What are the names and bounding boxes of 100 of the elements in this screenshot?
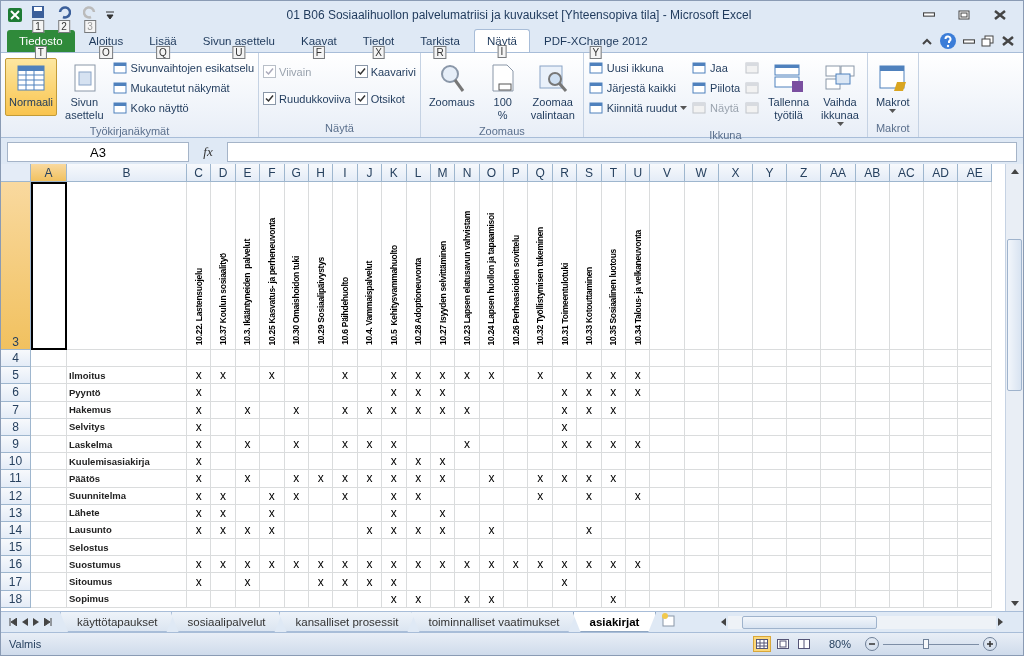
- ribbon-button[interactable]: 100 %: [482, 58, 523, 125]
- column-title: 10.25 Kasvatus- ja perheneuvonta: [260, 182, 285, 350]
- column-header[interactable]: P: [504, 164, 529, 182]
- active-cell[interactable]: [31, 182, 67, 350]
- ribbon-button[interactable]: Vaihda ikkunaa: [817, 58, 863, 129]
- column-header[interactable]: D: [211, 164, 236, 182]
- ribbon-button[interactable]: Zoomaus: [424, 58, 479, 116]
- row-header[interactable]: 4: [1, 350, 31, 368]
- ribbon-button[interactable]: Normaali: [5, 58, 57, 116]
- column-header[interactable]: A: [31, 164, 67, 182]
- column-header[interactable]: AC: [889, 164, 924, 182]
- table-cell: x: [284, 470, 309, 488]
- sheet-tab[interactable]: kansalliset prosessit: [278, 612, 416, 632]
- table-cell: x: [357, 470, 383, 488]
- reset-position-icon: [744, 99, 761, 116]
- table-cell: x: [357, 573, 383, 591]
- row-header[interactable]: 11: [1, 470, 31, 488]
- table-cell: x: [455, 401, 480, 419]
- table-cell: x: [601, 401, 627, 419]
- column-header[interactable]: V: [650, 164, 685, 182]
- ribbon-button[interactable]: Järjestä kaikki: [587, 78, 688, 97]
- column-header[interactable]: T: [601, 164, 627, 182]
- checkbox[interactable]: Otsikot: [354, 85, 416, 112]
- arrange-icon: [587, 79, 604, 96]
- zoom-slider[interactable]: [923, 638, 930, 649]
- column-header[interactable]: AD: [923, 164, 959, 182]
- checkbox[interactable]: Ruudukkoviiva: [263, 85, 351, 112]
- column-title: 10.31 Toimeentulotuki: [552, 182, 578, 350]
- column-header[interactable]: K: [382, 164, 407, 182]
- normal-view-button[interactable]: [752, 636, 771, 652]
- column-header[interactable]: F: [260, 164, 285, 182]
- table-cell: x: [260, 556, 285, 574]
- ribbon-button[interactable]: Uusi ikkuna: [587, 58, 688, 77]
- table-cell: Kuulemisasiakirja: [67, 453, 187, 471]
- table-cell: x: [235, 573, 261, 591]
- column-header[interactable]: H: [308, 164, 334, 182]
- sheet-tab[interactable]: asiakirjat: [572, 612, 657, 632]
- sheet-tab[interactable]: toiminnalliset vaatimukset: [411, 612, 577, 632]
- column-header[interactable]: J: [357, 164, 383, 182]
- column-header[interactable]: N: [455, 164, 480, 182]
- zoom-level[interactable]: 80%: [828, 638, 851, 650]
- row-header[interactable]: 6: [1, 384, 31, 402]
- minimize-icon: [923, 12, 935, 17]
- ribbon-button[interactable]: Tallenna työtilä: [764, 58, 814, 125]
- column-header[interactable]: C: [187, 164, 212, 182]
- row-header[interactable]: 3: [1, 182, 31, 350]
- table-cell: x: [479, 521, 505, 540]
- column-title: 10.27 Isyyden selvittäminen: [430, 182, 456, 350]
- table-cell: x: [552, 384, 578, 402]
- new-window-icon: [587, 59, 604, 76]
- column-header[interactable]: G: [284, 164, 309, 182]
- table-cell: x: [187, 384, 212, 402]
- column-header[interactable]: R: [552, 164, 578, 182]
- ribbon-button[interactable]: Kiinnitä ruudut: [587, 98, 688, 117]
- table-cell: Hakemus: [67, 401, 187, 419]
- column-header[interactable]: E: [235, 164, 261, 182]
- sheet-tab[interactable]: sosiaalipalvelut: [170, 612, 283, 632]
- maximize-icon: [957, 8, 971, 21]
- column-header[interactable]: Y: [753, 164, 788, 182]
- column-header[interactable]: X: [718, 164, 753, 182]
- column-header[interactable]: S: [577, 164, 602, 182]
- column-header[interactable]: O: [479, 164, 505, 182]
- row-header[interactable]: 10: [1, 453, 31, 471]
- column-title: 10.29 Sosiaalipäivystys: [308, 182, 334, 350]
- column-header[interactable]: M: [430, 164, 456, 182]
- column-header[interactable]: Z: [787, 164, 822, 182]
- column-header[interactable]: L: [406, 164, 431, 182]
- status-text: Valmis: [9, 638, 42, 650]
- column-header[interactable]: Q: [528, 164, 553, 182]
- table-cell: x: [430, 556, 456, 574]
- table-cell: x: [284, 556, 309, 574]
- ribbon-button[interactable]: Zoomaa valintaan: [526, 58, 579, 125]
- page-icon: [776, 639, 789, 649]
- ribbon-button[interactable]: Jaa: [691, 58, 741, 77]
- name-box[interactable]: A3: [7, 142, 189, 162]
- column-header[interactable]: U: [626, 164, 651, 182]
- column-header[interactable]: W: [684, 164, 719, 182]
- grid-icon: [755, 639, 768, 649]
- table-cell: x: [260, 487, 285, 505]
- table-cell: x: [577, 435, 602, 454]
- checkbox[interactable]: Kaavarivi: [354, 58, 416, 85]
- ribbon-button[interactable]: Sivun asettelu: [61, 58, 108, 125]
- table-cell: x: [357, 556, 383, 574]
- ribbon-button[interactable]: Koko näyttö: [111, 98, 255, 117]
- column-header[interactable]: I: [333, 164, 358, 182]
- ribbon-button[interactable]: Sivunvaihtojen esikatselu: [111, 58, 255, 77]
- column-header[interactable]: AA: [821, 164, 856, 182]
- column-header[interactable]: AB: [855, 164, 890, 182]
- function-button[interactable]: fx: [193, 144, 223, 160]
- ribbon-button[interactable]: Makrot: [871, 58, 914, 116]
- row-header[interactable]: 5: [1, 367, 31, 385]
- table-cell: x: [211, 521, 236, 540]
- row-header[interactable]: 16: [1, 556, 31, 574]
- ribbon-button[interactable]: Mukautetut näkymät: [111, 78, 255, 97]
- row-header[interactable]: 17: [1, 573, 31, 591]
- column-header[interactable]: B: [67, 164, 187, 182]
- row-header[interactable]: 15: [1, 539, 31, 557]
- sheet-tab[interactable]: käyttötapaukset: [60, 612, 175, 632]
- column-header[interactable]: AE: [958, 164, 993, 182]
- ribbon-button[interactable]: Piilota: [691, 78, 741, 97]
